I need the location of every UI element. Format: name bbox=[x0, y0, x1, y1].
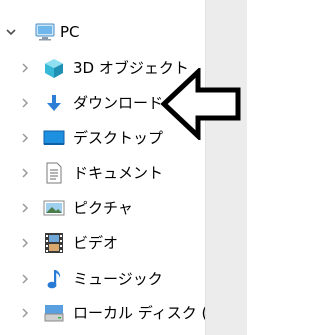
navigation-tree: PC 3D オブジェクト ダウンロード デスクトップ ドキュメント ピクチャ ビ… bbox=[0, 0, 218, 335]
chevron-right-icon[interactable] bbox=[19, 62, 31, 74]
3d-objects-cube-icon bbox=[45, 59, 63, 78]
music-note-icon bbox=[47, 270, 61, 289]
tree-item-videos[interactable]: ビデオ bbox=[0, 228, 205, 258]
tree-item-label: ローカル ディスク (C bbox=[73, 304, 218, 322]
chevron-right-icon[interactable] bbox=[19, 97, 31, 109]
pc-monitor-icon bbox=[35, 23, 55, 41]
chevron-right-icon[interactable] bbox=[19, 237, 31, 249]
tree-item-local-disk[interactable]: ローカル ディスク (C bbox=[0, 298, 218, 328]
desktop-icon bbox=[43, 130, 65, 145]
local-disk-icon bbox=[44, 305, 64, 322]
chevron-right-icon[interactable] bbox=[19, 132, 31, 144]
tree-item-pc[interactable]: PC bbox=[0, 17, 205, 47]
download-arrow-icon bbox=[47, 95, 61, 111]
tree-item-label: ピクチャ bbox=[73, 199, 133, 217]
tree-item-label: デスクトップ bbox=[73, 129, 164, 147]
tree-item-label: ビデオ bbox=[73, 234, 119, 252]
left-arrow-callout-icon bbox=[160, 68, 241, 140]
chevron-right-icon[interactable] bbox=[19, 202, 31, 214]
tree-item-pictures[interactable]: ピクチャ bbox=[0, 193, 205, 223]
chevron-right-icon[interactable] bbox=[19, 273, 31, 285]
tree-item-label: ダウンロード bbox=[73, 94, 164, 112]
tree-item-label: ドキュメント bbox=[73, 164, 164, 182]
chevron-right-icon[interactable] bbox=[19, 307, 31, 319]
pictures-icon bbox=[43, 200, 65, 216]
document-icon bbox=[46, 162, 62, 184]
tree-item-label: ミュージック bbox=[73, 270, 163, 288]
chevron-right-icon[interactable] bbox=[19, 167, 31, 179]
tree-item-documents[interactable]: ドキュメント bbox=[0, 158, 205, 188]
vertical-scrollbar[interactable] bbox=[205, 0, 247, 335]
tree-item-music[interactable]: ミュージック bbox=[0, 264, 205, 294]
tree-item-label: PC bbox=[60, 23, 80, 41]
video-film-icon bbox=[45, 233, 63, 253]
chevron-down-icon[interactable] bbox=[5, 26, 17, 38]
